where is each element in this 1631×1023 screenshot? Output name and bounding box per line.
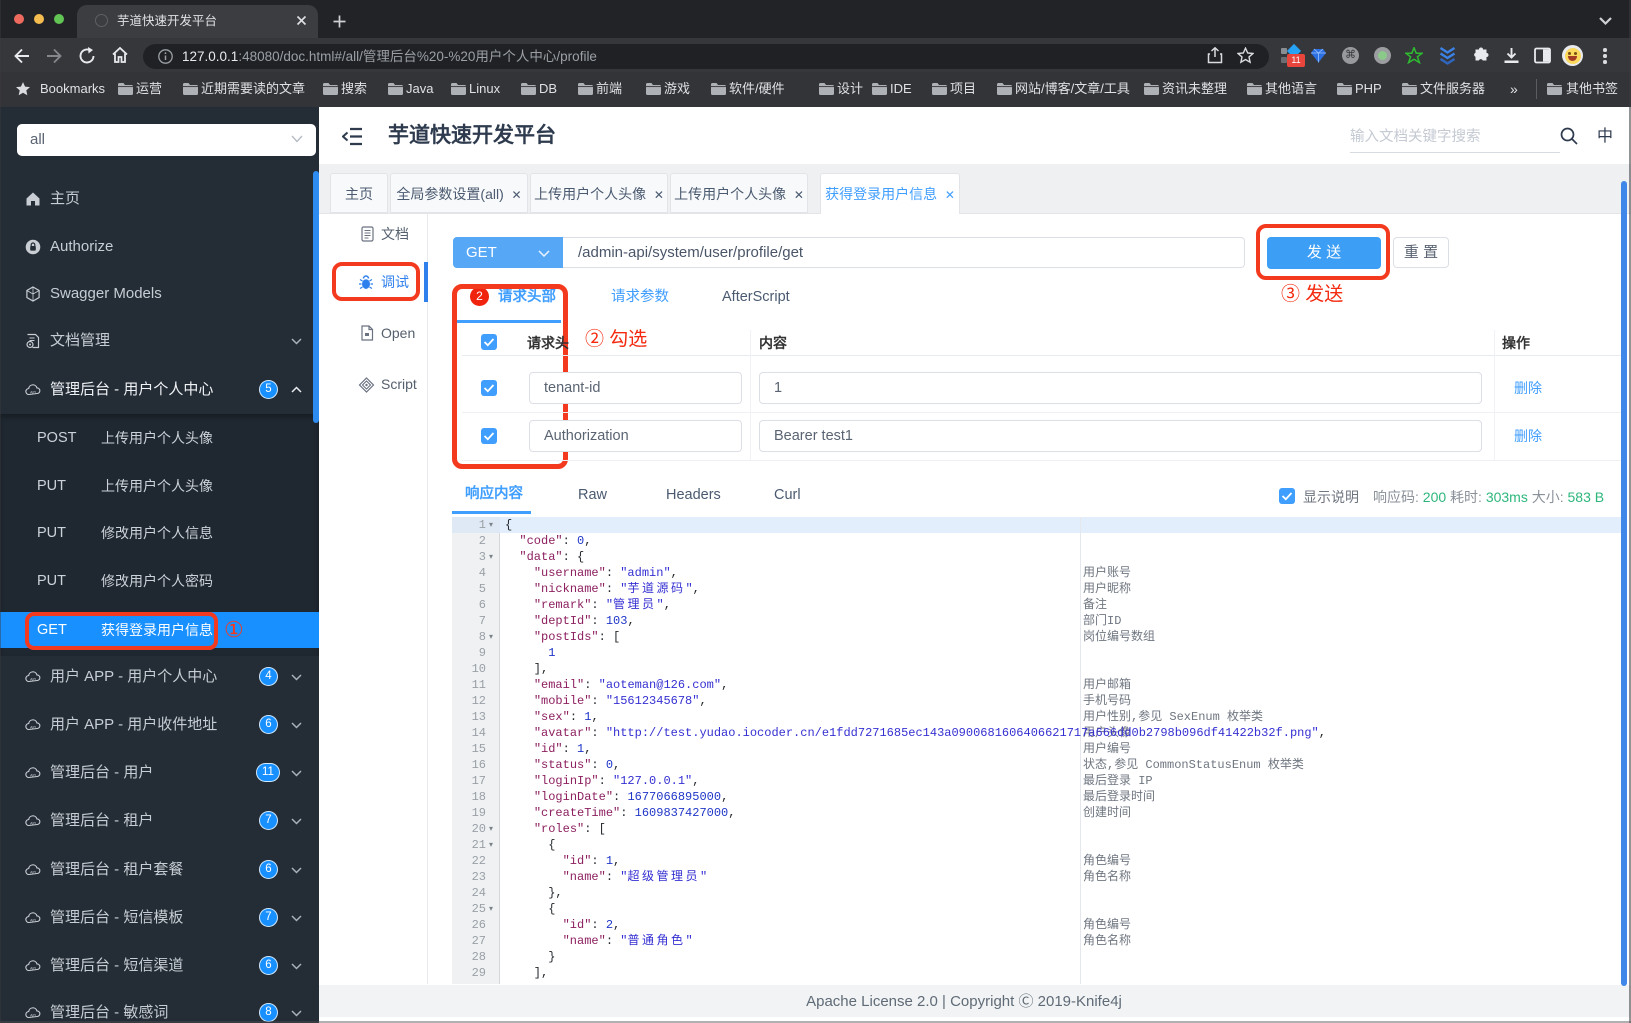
svg-text:API: API: [30, 677, 36, 681]
svg-text:API: API: [30, 966, 36, 970]
svg-text:API: API: [30, 918, 36, 922]
svg-text:API: API: [30, 773, 36, 777]
svg-text:API: API: [30, 390, 36, 394]
svg-text:API: API: [30, 870, 36, 874]
svg-text:API: API: [30, 725, 36, 729]
svg-text:API: API: [30, 821, 36, 825]
svg-text:API: API: [30, 1013, 36, 1017]
